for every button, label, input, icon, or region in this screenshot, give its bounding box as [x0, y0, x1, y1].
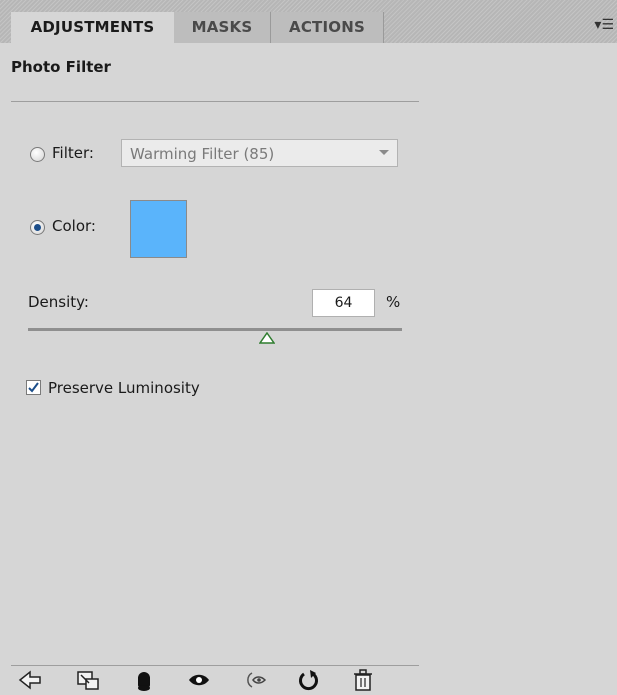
density-slider-track[interactable]	[28, 328, 402, 331]
filter-dropdown-value: Warming Filter (85)	[130, 145, 275, 163]
density-label: Density:	[28, 293, 89, 311]
density-input[interactable]: 64	[312, 289, 375, 317]
reset-icon[interactable]	[296, 668, 320, 692]
tab-adjustments[interactable]: ADJUSTMENTS	[11, 12, 174, 43]
density-unit: %	[386, 293, 401, 311]
filter-dropdown[interactable]: Warming Filter (85)	[121, 139, 398, 167]
preserve-luminosity-label: Preserve Luminosity	[48, 379, 200, 397]
delete-trash-icon[interactable]	[351, 668, 375, 692]
radio-selected-dot	[34, 224, 41, 231]
panel-tab-bar: ADJUSTMENTS MASKS ACTIONS ▾☰	[0, 0, 617, 43]
title-divider	[11, 101, 419, 102]
expanded-view-icon[interactable]	[76, 668, 100, 692]
tab-actions[interactable]: ACTIONS	[271, 12, 384, 43]
color-swatch[interactable]	[130, 200, 187, 258]
toolbar-divider	[11, 665, 419, 666]
visibility-eye-icon[interactable]	[187, 668, 211, 692]
back-arrow-icon[interactable]	[18, 668, 42, 692]
color-label: Color:	[52, 217, 96, 235]
panel-title: Photo Filter	[11, 58, 111, 76]
clip-to-layer-icon[interactable]	[132, 668, 156, 692]
filter-radio[interactable]	[30, 147, 45, 162]
checkmark-icon	[28, 382, 39, 393]
view-previous-state-icon[interactable]	[243, 668, 267, 692]
tab-masks[interactable]: MASKS	[174, 12, 271, 43]
panel-menu-icon[interactable]: ▾☰	[588, 14, 614, 36]
chevron-down-icon	[379, 150, 389, 155]
density-slider-thumb[interactable]	[259, 332, 276, 344]
filter-label: Filter:	[52, 144, 94, 162]
preserve-luminosity-checkbox[interactable]	[26, 380, 41, 395]
color-radio[interactable]	[30, 220, 45, 235]
